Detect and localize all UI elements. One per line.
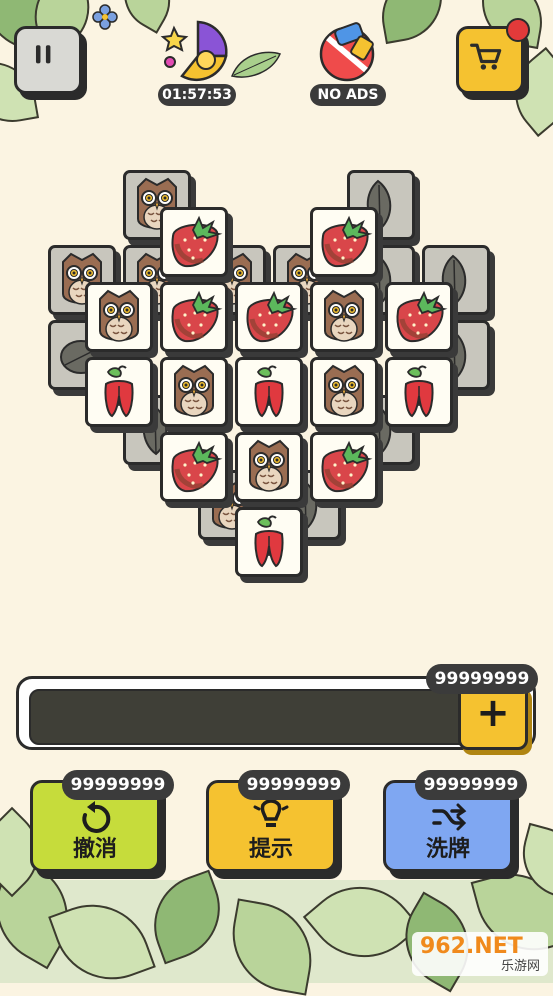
watermark-sub: 乐游网 — [500, 959, 540, 974]
owl-tile[interactable] — [85, 282, 153, 352]
flower-tile[interactable] — [85, 357, 153, 427]
flower-tile[interactable] — [235, 507, 303, 577]
watermark: 962.NET 乐游网 — [412, 932, 548, 976]
add-slot-count: 99999999 — [426, 664, 538, 694]
owl-tile[interactable] — [310, 282, 378, 352]
shuffle-label: 洗牌 — [425, 837, 470, 862]
strawberry-tile[interactable] — [310, 432, 378, 502]
plus-icon: + — [476, 690, 510, 736]
tray-slots — [29, 689, 473, 745]
undo-count: 99999999 — [62, 770, 174, 800]
owl-tile[interactable] — [310, 357, 378, 427]
strawberry-tile[interactable] — [385, 282, 453, 352]
owl-tile[interactable] — [235, 432, 303, 502]
hint-count: 99999999 — [238, 770, 350, 800]
strawberry-tile[interactable] — [160, 432, 228, 502]
flower-tile[interactable] — [385, 357, 453, 427]
strawberry-tile[interactable] — [310, 207, 378, 277]
tile-board — [0, 0, 553, 600]
strawberry-tile[interactable] — [160, 282, 228, 352]
strawberry-tile[interactable] — [235, 282, 303, 352]
owl-tile[interactable] — [160, 357, 228, 427]
strawberry-tile[interactable] — [160, 207, 228, 277]
undo-label: 撤消 — [72, 837, 117, 862]
shuffle-count: 99999999 — [415, 770, 527, 800]
flower-tile[interactable] — [235, 357, 303, 427]
hint-label: 提示 — [248, 837, 293, 862]
